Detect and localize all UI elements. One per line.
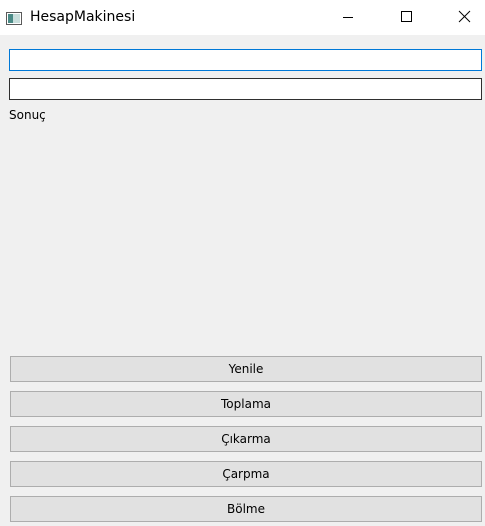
first-number-input[interactable] [9,49,482,71]
app-window-icon [6,10,22,25]
result-label: Sonuç [9,108,46,122]
add-button[interactable]: Toplama [10,391,482,417]
window-title: HesapMakinesi [30,9,136,25]
minimize-button[interactable] [325,0,371,35]
divide-button[interactable]: Bölme [10,496,482,522]
second-number-input[interactable] [9,78,482,100]
maximize-button[interactable] [383,0,429,35]
refresh-button[interactable]: Yenile [10,356,482,382]
calculator-window: HesapMakinesi Sonuç Yenile Toplama Çıkar… [0,0,485,526]
subtract-button[interactable]: Çıkarma [10,426,482,452]
close-button[interactable] [441,0,485,35]
title-bar[interactable]: HesapMakinesi [0,0,485,35]
multiply-button[interactable]: Çarpma [10,461,482,487]
